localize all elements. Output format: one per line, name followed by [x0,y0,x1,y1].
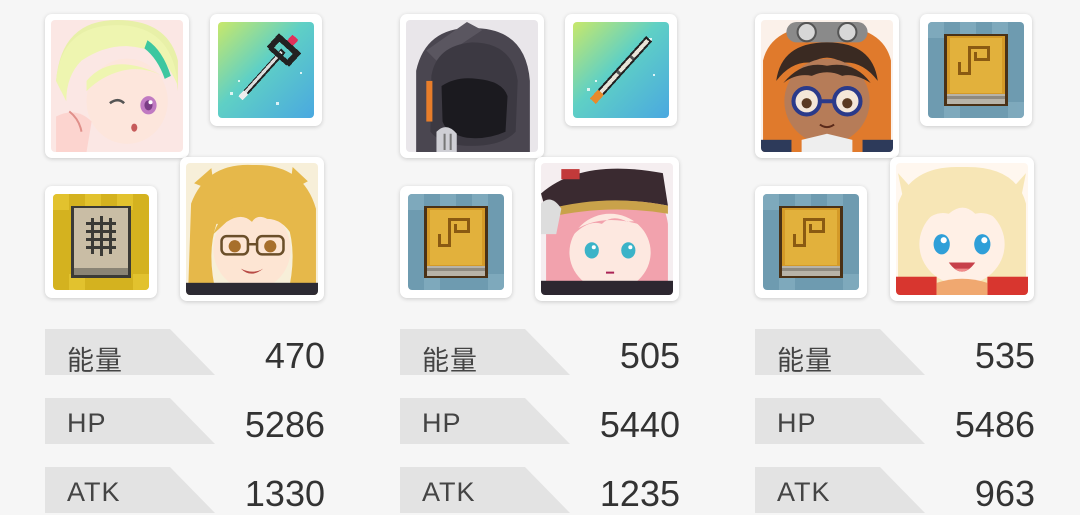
stat-label: 能量 [422,346,478,376]
stat-label: HP [67,408,107,438]
character-card[interactable] [180,157,324,301]
stat-row-atk: ATK 1330 [45,467,325,515]
pink-haired-captain-portrait-icon [541,163,673,295]
stat-label: 能量 [67,346,123,376]
stat-value: 5286 [244,404,325,445]
stat-row-energy: 能量 470 [45,329,325,377]
character-card[interactable] [535,157,679,301]
team-column-2: 能量 505 HP 5440 ATK 1235 [400,0,700,515]
equipment-slot[interactable] [210,14,322,126]
stat-row-hp: HP 5486 [755,398,1035,446]
stat-label: ATK [422,477,476,507]
pixel-spellbook-icon [763,194,859,290]
stat-label: 能量 [777,346,833,376]
pixel-wand-icon [573,22,669,118]
stat-value: 470 [264,335,325,376]
stat-value: 963 [974,473,1035,514]
pixel-staff-icon [218,22,314,118]
equipment-slot[interactable] [755,186,867,298]
glasses-blonde-girl-portrait-icon [186,163,318,295]
equipment-slot[interactable] [565,14,677,126]
stat-row-energy: 能量 535 [755,329,1035,377]
team-column-1: 能量 470 HP 5286 ATK 1330 [45,0,345,515]
stat-row-energy: 能量 505 [400,329,680,377]
blonde-blue-eyed-girl-portrait-icon [896,163,1028,295]
equipment-slot[interactable] [400,186,512,298]
stat-label: ATK [777,477,831,507]
equipment-slot[interactable] [45,186,157,298]
stat-row-hp: HP 5440 [400,398,680,446]
stat-label: HP [777,408,817,438]
stat-label: ATK [67,477,121,507]
stat-row-atk: ATK 963 [755,467,1035,515]
character-card[interactable] [755,14,899,158]
stat-row-hp: HP 5286 [45,398,325,446]
hooded-knight-portrait-icon [406,20,538,152]
pixel-gold-spellbook-icon [53,194,149,290]
character-card[interactable] [400,14,544,158]
green-haired-girl-portrait-icon [51,20,183,152]
stat-value: 1235 [599,473,680,514]
team-column-3: 能量 535 HP 5486 ATK 963 [755,0,1055,515]
stat-value: 5440 [599,404,680,445]
goggles-boy-portrait-icon [761,20,893,152]
stat-value: 535 [974,335,1035,376]
character-card[interactable] [890,157,1034,301]
stat-label: HP [422,408,462,438]
equipment-slot[interactable] [920,14,1032,126]
stat-row-atk: ATK 1235 [400,467,680,515]
stat-value: 1330 [244,473,325,514]
pixel-spellbook-icon [928,22,1024,118]
character-card[interactable] [45,14,189,158]
pixel-spellbook-icon [408,194,504,290]
stat-value: 505 [619,335,680,376]
stat-value: 5486 [954,404,1035,445]
